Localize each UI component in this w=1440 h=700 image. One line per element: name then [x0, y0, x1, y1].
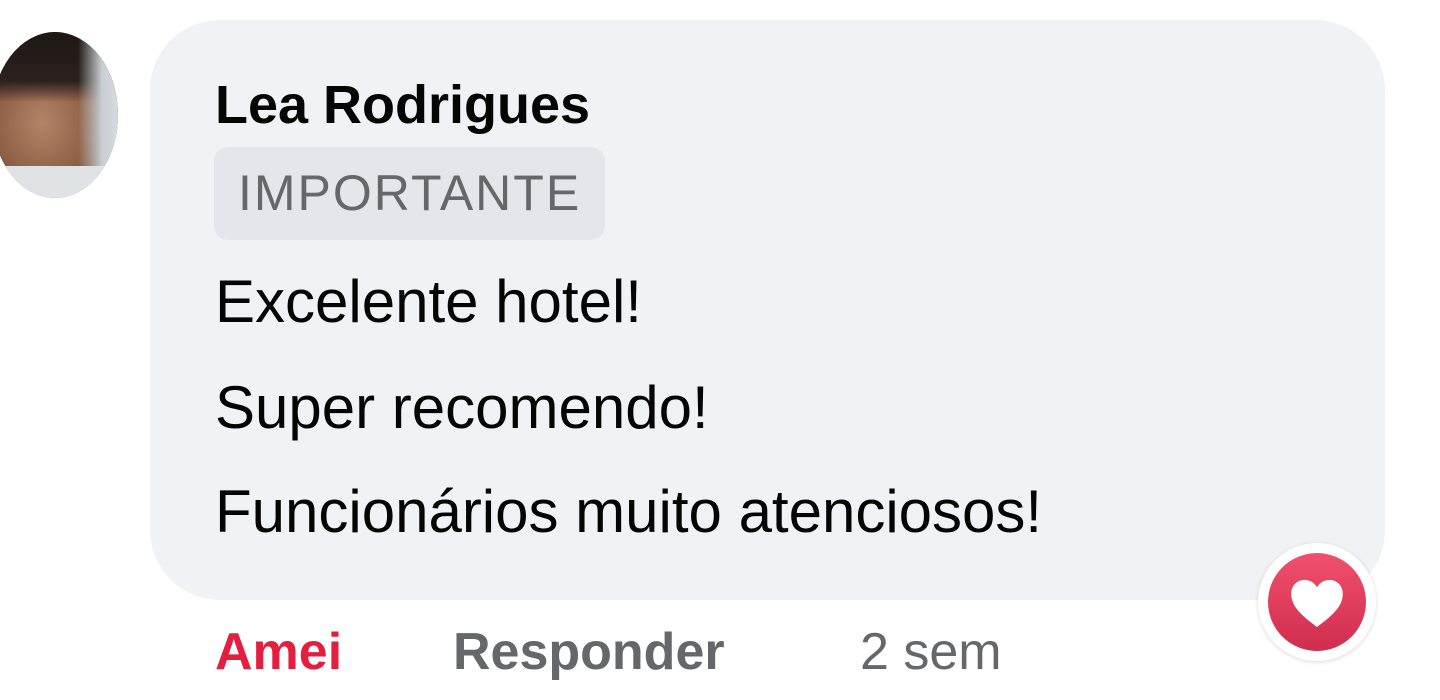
- comment-text-line-2: Super recomendo!: [215, 374, 709, 441]
- timestamp-link[interactable]: 2 sem: [860, 612, 1002, 692]
- reaction-button[interactable]: [1258, 543, 1376, 661]
- comment-author[interactable]: Lea Rodrigues: [215, 70, 590, 140]
- love-button[interactable]: Amei: [215, 612, 342, 692]
- avatar-shirt: [0, 166, 118, 198]
- reply-button[interactable]: Responder: [453, 612, 725, 692]
- heart-icon: [1291, 579, 1343, 628]
- comment-text-line-3: Funcionários muito atenciosos!: [215, 478, 1043, 545]
- comment: Lea Rodrigues IMPORTANTE Excelente hotel…: [0, 0, 1440, 700]
- avatar[interactable]: [0, 32, 118, 198]
- comment-text-line-1: Excelente hotel!: [215, 268, 642, 335]
- reaction-circle: [1268, 553, 1366, 651]
- importante-badge: IMPORTANTE: [214, 147, 606, 240]
